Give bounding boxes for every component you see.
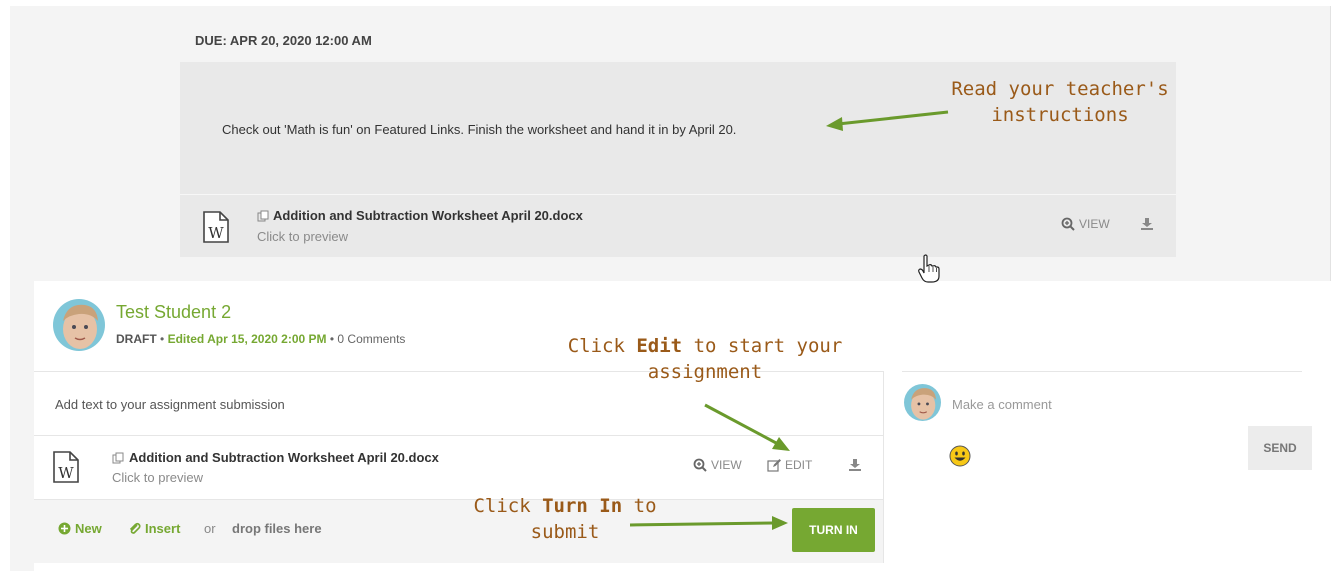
assignment-attachment-name[interactable]: Addition and Subtraction Worksheet April… <box>273 208 583 223</box>
edit-icon <box>767 459 781 472</box>
instructions-text: Check out 'Math is fun' on Featured Link… <box>222 122 737 137</box>
avatar <box>53 299 105 351</box>
annotation-edit: Click Edit to start your assignment <box>560 333 850 385</box>
comments-count[interactable]: 0 Comments <box>337 332 405 346</box>
status-badge: DRAFT <box>116 332 157 346</box>
zoom-icon <box>1061 217 1075 231</box>
annotation-turn-pre: Click <box>473 495 543 517</box>
new-button[interactable]: New <box>58 521 102 536</box>
assignment-attachment[interactable]: W <box>180 194 1176 258</box>
meta-separator: • <box>329 332 335 346</box>
copy-icon <box>257 210 269 222</box>
annotation-turn-in: Click Turn In to submit <box>455 493 675 545</box>
annotation-read-line2: instructions <box>991 104 1129 126</box>
divider <box>34 435 883 436</box>
smiley-icon[interactable] <box>949 445 971 467</box>
submission-view-button[interactable]: VIEW <box>693 458 742 472</box>
annotation-edit-post: to start your <box>682 335 843 357</box>
submission-view-label: VIEW <box>711 458 742 472</box>
insert-button[interactable]: Insert <box>128 521 180 536</box>
word-doc-icon: W <box>53 451 79 483</box>
edited-timestamp: Edited Apr 15, 2020 2:00 PM <box>167 332 327 346</box>
assignment-view-button[interactable]: VIEW <box>1061 217 1110 231</box>
word-doc-icon: W <box>203 211 229 243</box>
copy-icon <box>112 452 124 464</box>
send-button[interactable]: SEND <box>1248 426 1312 470</box>
insert-label: Insert <box>145 521 181 536</box>
left-gutter <box>10 281 34 571</box>
meta-separator: • <box>160 332 165 346</box>
svg-text:W: W <box>208 224 224 242</box>
download-icon[interactable] <box>848 458 862 472</box>
drop-files-zone[interactable]: drop files here <box>232 521 322 536</box>
comment-avatar <box>904 384 941 421</box>
or-text: or <box>204 521 216 536</box>
hand-cursor-icon <box>918 254 940 283</box>
assignment-attachment-preview-hint[interactable]: Click to preview <box>257 229 348 244</box>
submission-attachment-preview-hint[interactable]: Click to preview <box>112 470 203 485</box>
annotation-read-line1: Read your teacher's <box>951 78 1169 100</box>
paperclip-icon <box>129 522 141 534</box>
comments-divider <box>902 371 1302 372</box>
annotation-turn-bold: Turn In <box>542 495 623 517</box>
submission-attachment-name[interactable]: Addition and Subtraction Worksheet April… <box>129 450 439 465</box>
annotation-turn-line1: Click Turn In to <box>455 493 675 519</box>
annotation-turn-line2: submit <box>530 521 600 543</box>
annotation-edit-line1: Click Edit to start your <box>560 333 850 359</box>
student-name[interactable]: Test Student 2 <box>116 302 231 323</box>
due-date: DUE: APR 20, 2020 12:00 AM <box>195 33 372 48</box>
annotation-edit-pre: Click <box>567 335 637 357</box>
turn-in-button[interactable]: TURN IN <box>792 508 875 552</box>
annotation-edit-bold: Edit <box>636 335 683 357</box>
annotation-turn-post: to <box>622 495 657 517</box>
assignment-view-label: VIEW <box>1079 217 1110 231</box>
submission-text-input[interactable]: Add text to your assignment submission <box>55 397 285 412</box>
annotation-read-instructions: Read your teacher's instructions <box>930 76 1190 128</box>
zoom-icon <box>693 458 707 472</box>
new-label: New <box>75 521 102 536</box>
svg-text:W: W <box>58 464 74 482</box>
submission-meta: DRAFT • Edited Apr 15, 2020 2:00 PM • 0 … <box>116 332 405 346</box>
plus-circle-icon <box>58 522 71 535</box>
annotation-edit-line2: assignment <box>647 361 763 383</box>
comment-input[interactable]: Make a comment <box>952 397 1052 412</box>
edit-button[interactable]: EDIT <box>767 458 812 472</box>
edit-label: EDIT <box>785 458 813 472</box>
download-icon[interactable] <box>1140 217 1154 231</box>
